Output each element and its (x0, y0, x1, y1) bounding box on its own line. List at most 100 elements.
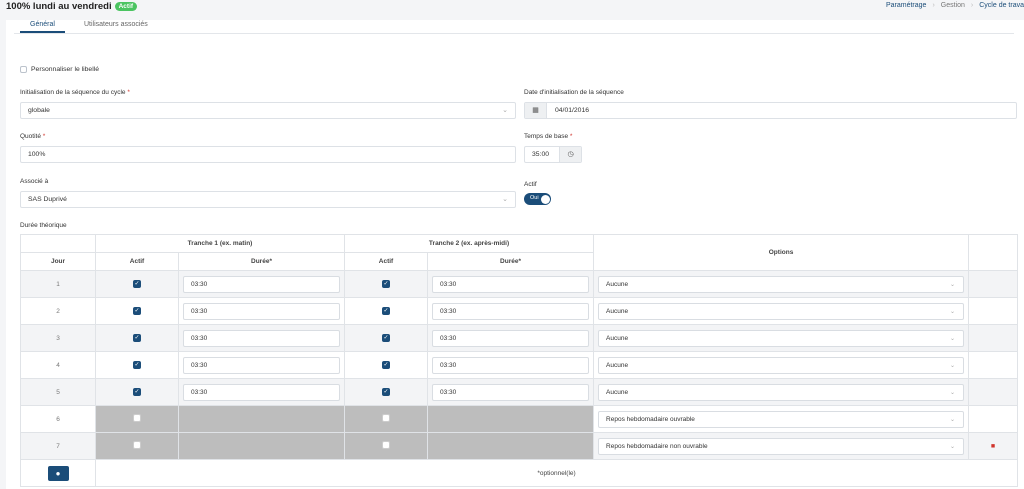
t1-duree-input[interactable]: 03:30 (183, 383, 341, 401)
t1-duree-input[interactable]: 03:30 (183, 302, 341, 320)
t2-duree-input[interactable]: 03:30 (432, 275, 590, 293)
t1-actif-checkbox[interactable]: ✓ (133, 388, 141, 396)
clock-icon[interactable]: ◷ (559, 147, 581, 162)
t2-actif-checkbox[interactable]: ✓ (382, 361, 391, 369)
option-select[interactable]: Aucune ⌄ (598, 383, 965, 401)
jour-cell: 1 (20, 270, 96, 298)
option-cell: Aucune ⌄ (593, 378, 970, 406)
header-empty (20, 234, 96, 253)
t1-actif-cell: ✓ (95, 351, 179, 379)
option-value: Repos hebdomadaire non ouvrable (606, 442, 708, 450)
breadcrumb-gestion: Gestion (940, 2, 965, 9)
t1-duree-cell: 03:30 (177, 324, 346, 352)
calendar-icon[interactable]: ▦ (525, 103, 547, 118)
chevron-down-icon: ⌄ (950, 362, 956, 369)
table-row: 2 ✓ 03:30 ✓ 03:30 Aucune ⌄ (20, 297, 1019, 325)
t1-actif-checkbox[interactable]: ✓ (133, 361, 141, 369)
t2-duree-input[interactable]: 03:30 (432, 302, 590, 320)
page-title: 100% lundi au vendredi Actif (6, 1, 138, 12)
date-init-value: 04/01/2016 (555, 107, 590, 114)
t2-duree-input[interactable]: 03:30 (432, 356, 590, 374)
option-select[interactable]: Repos hebdomadaire non ouvrable ⌄ (598, 437, 965, 455)
t1-duree-input[interactable]: 03:30 (183, 275, 341, 293)
t1-actif-checkbox[interactable] (133, 441, 141, 449)
table-row: 4 ✓ 03:30 ✓ 03:30 Aucune ⌄ (20, 351, 1019, 379)
action-cell (968, 405, 1019, 433)
t1-actif-checkbox[interactable]: ✓ (133, 307, 141, 315)
t1-actif-checkbox[interactable] (133, 414, 141, 422)
t1-duree-input[interactable]: 03:30 (183, 329, 341, 347)
status-badge: Actif (114, 2, 138, 11)
table-row: 5 ✓ 03:30 ✓ 03:30 Aucune ⌄ (20, 378, 1019, 406)
jour-cell: 5 (20, 378, 96, 406)
associe-select[interactable]: SAS Duprivé ⌄ (20, 191, 516, 208)
t2-actif-cell: ✓ (344, 351, 429, 379)
required-marker: * (569, 133, 573, 140)
t1-actif-checkbox[interactable]: ✓ (133, 334, 141, 342)
header-t1-actif: Actif (95, 252, 179, 271)
header-t2-actif: Actif (344, 252, 429, 271)
t2-duree-cell: 03:30 (427, 324, 595, 352)
required-marker: * (127, 89, 130, 96)
tab-general[interactable]: Général (20, 21, 65, 33)
jour-cell: 3 (20, 324, 96, 352)
header-t1-duree: Durée* (177, 252, 346, 271)
chevron-down-icon: ⌄ (950, 443, 956, 450)
toggle-knob (540, 194, 550, 204)
option-cell: Repos hebdomadaire ouvrable ⌄ (593, 405, 970, 433)
page-title-text: 100% lundi au vendredi (6, 1, 112, 12)
date-init-field[interactable]: ▦ 04/01/2016 (524, 102, 1017, 119)
action-cell (968, 270, 1019, 298)
option-select[interactable]: Aucune ⌄ (598, 302, 965, 320)
tab-utilisateurs-associes[interactable]: Utilisateurs associés (84, 21, 148, 28)
option-value: Repos hebdomadaire ouvrable (606, 415, 695, 423)
init-sequence-select[interactable]: globale ⌄ (20, 102, 516, 119)
temps-base-input[interactable]: 35:00 ◷ (524, 146, 582, 163)
t1-actif-checkbox[interactable]: ✓ (133, 280, 141, 288)
action-cell (968, 297, 1019, 325)
trash-icon[interactable]: ■ (991, 443, 995, 450)
breadcrumb-cycle[interactable]: Cycle de trava (979, 2, 1024, 9)
top-bar: 100% lundi au vendredi Actif Paramétrage ›… (0, 0, 1024, 20)
t1-actif-cell (95, 405, 179, 433)
header-jour: Jour (20, 252, 96, 271)
breadcrumb-parametrage[interactable]: Paramétrage (886, 2, 926, 9)
t2-duree-input[interactable]: 03:30 (432, 329, 590, 347)
personnaliser-libelle-checkbox[interactable] (20, 66, 27, 73)
add-cell: ● (20, 459, 96, 487)
chevron-down-icon: ⌄ (950, 281, 956, 288)
option-select[interactable]: Aucune ⌄ (598, 275, 965, 293)
init-sequence-label: Initialisation de la séquence du cycle * (20, 89, 130, 96)
quotite-label-text: Quotité (20, 133, 41, 140)
actif-label: Actif (524, 181, 537, 188)
chevron-down-icon: ⌄ (950, 335, 956, 342)
temps-base-label-text: Temps de base (524, 133, 569, 140)
chevron-right-icon: › (970, 2, 974, 9)
option-cell: Repos hebdomadaire non ouvrable ⌄ (593, 432, 970, 460)
quotite-input[interactable]: 100% (20, 146, 516, 163)
t1-duree-input[interactable]: 03:30 (183, 356, 341, 374)
option-select[interactable]: Repos hebdomadaire ouvrable ⌄ (598, 410, 965, 428)
t2-actif-checkbox[interactable] (382, 441, 391, 449)
option-select[interactable]: Aucune ⌄ (598, 356, 965, 374)
table-row: 7 Repos hebdomadaire non ouvrable ⌄ ■ (20, 432, 1019, 460)
option-value: Aucune (606, 307, 629, 315)
add-row-button[interactable]: ● (47, 465, 69, 481)
actif-toggle[interactable]: Oui (524, 193, 551, 205)
t1-actif-cell: ✓ (95, 297, 179, 325)
personnaliser-libelle-row[interactable]: Personnaliser le libellé (20, 66, 99, 73)
t2-duree-input[interactable]: 03:30 (432, 383, 590, 401)
t2-actif-checkbox[interactable] (382, 414, 391, 422)
table-row: 1 ✓ 03:30 ✓ 03:30 Aucune ⌄ (20, 270, 1019, 298)
table-row: 6 Repos hebdomadaire ouvrable ⌄ (20, 405, 1019, 433)
t2-actif-checkbox[interactable]: ✓ (382, 280, 391, 288)
t2-actif-checkbox[interactable]: ✓ (382, 334, 391, 342)
header-options: Options (593, 234, 970, 271)
quotite-label: Quotité * (20, 133, 45, 140)
option-select[interactable]: Aucune ⌄ (598, 329, 965, 347)
required-marker: * (42, 133, 46, 140)
associe-value: SAS Duprivé (28, 196, 67, 203)
t2-actif-checkbox[interactable]: ✓ (382, 388, 391, 396)
table-row: 3 ✓ 03:30 ✓ 03:30 Aucune ⌄ (20, 324, 1019, 352)
t2-actif-checkbox[interactable]: ✓ (382, 307, 391, 315)
